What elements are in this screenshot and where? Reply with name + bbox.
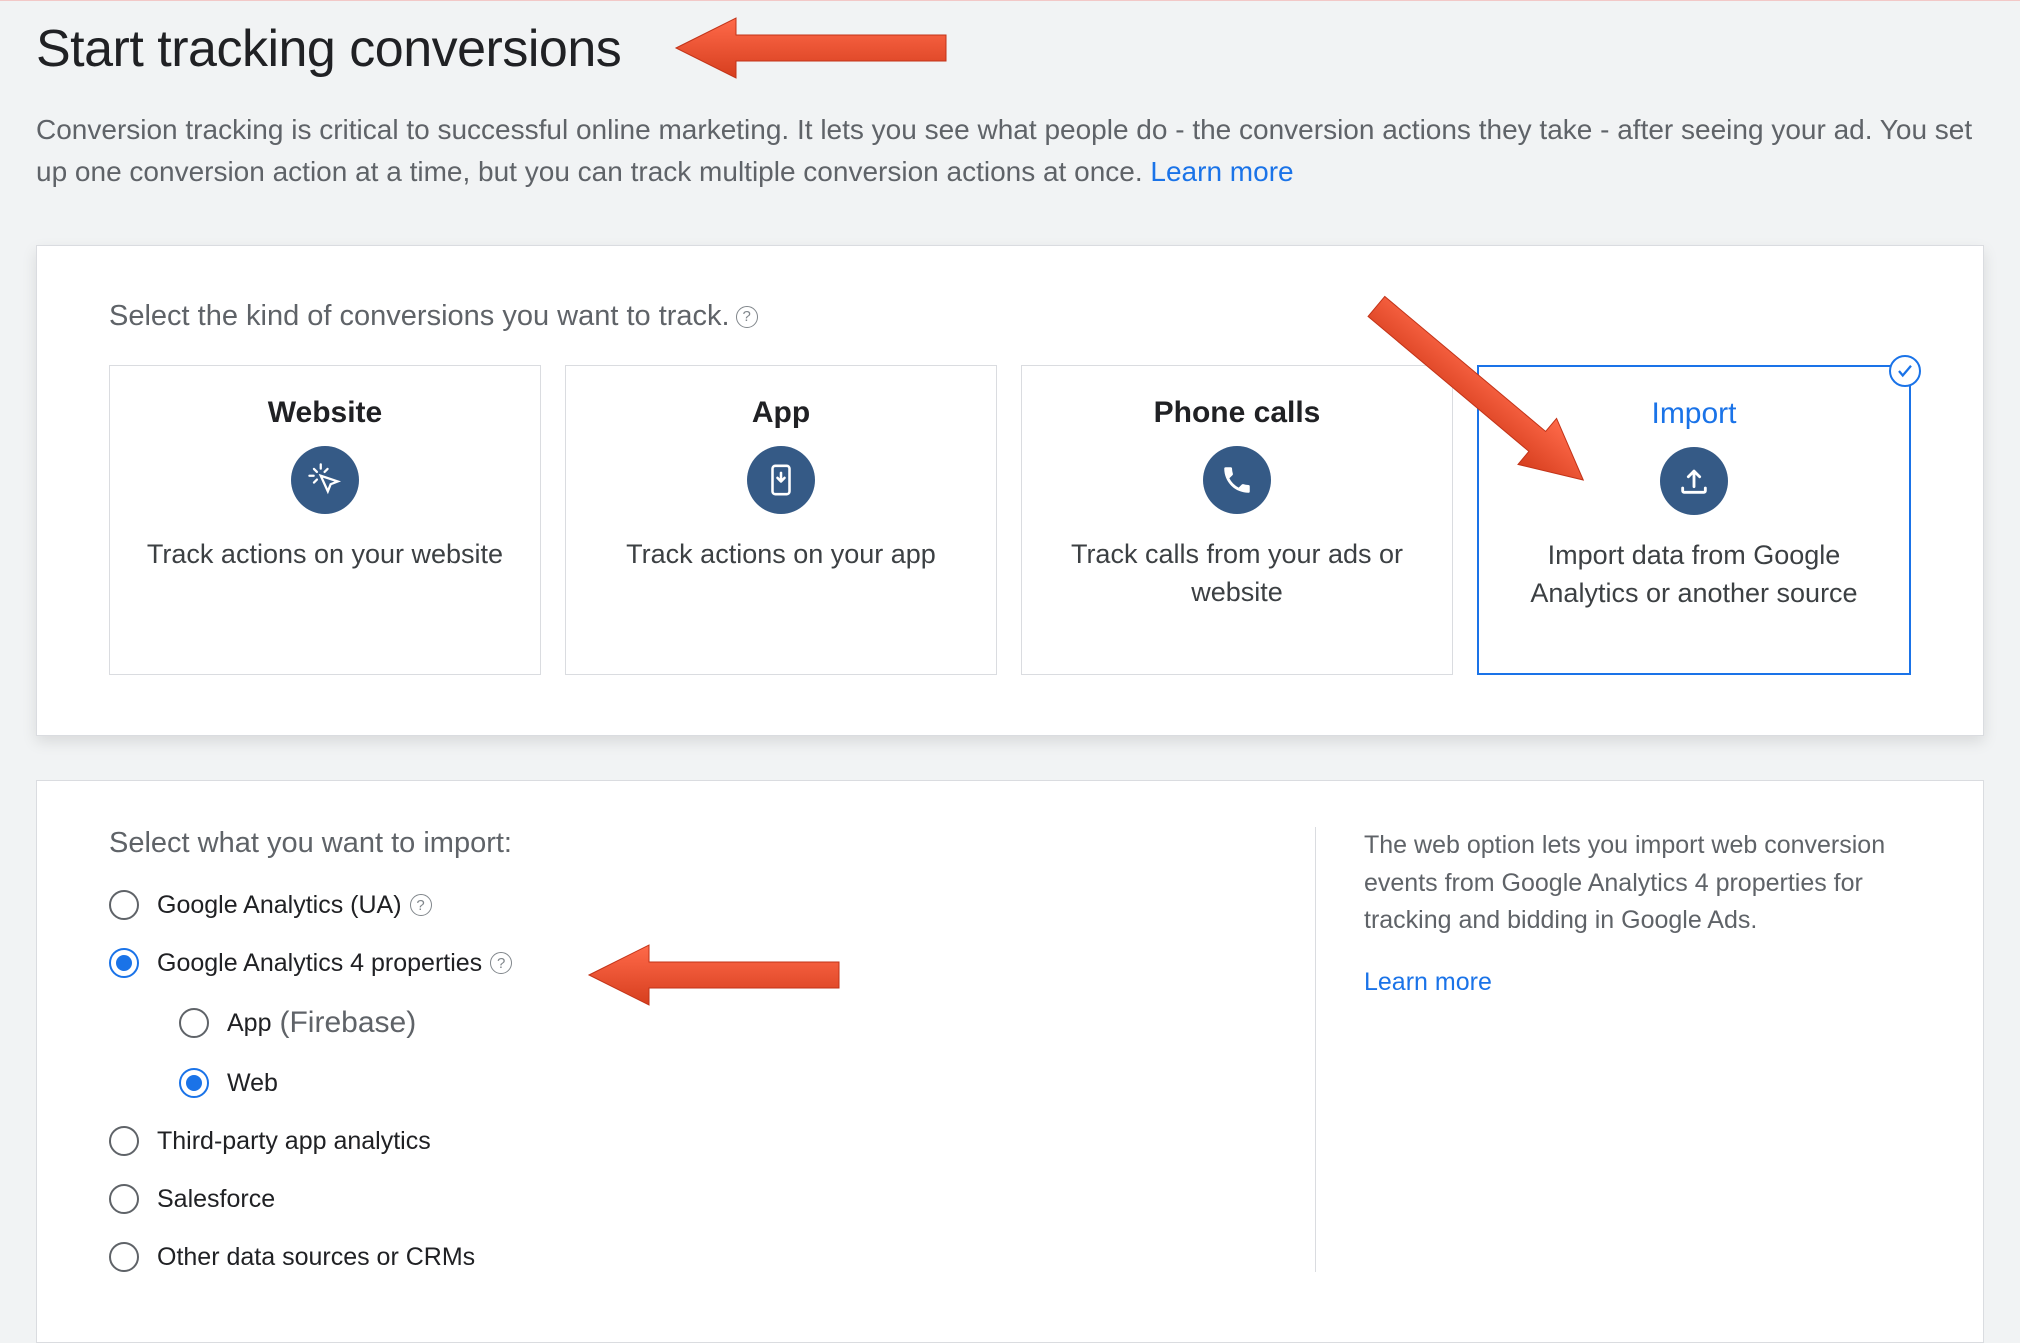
intro-learn-more-link[interactable]: Learn more [1150, 156, 1293, 187]
annotation-arrow-title [676, 13, 956, 83]
check-circle-icon [1889, 355, 1921, 387]
tile-phone-desc: Track calls from your ads or website [1050, 536, 1424, 612]
tile-import-title: Import [1651, 397, 1736, 431]
conversion-kind-card: Select the kind of conversions you want … [36, 245, 1984, 736]
tile-website-title: Website [268, 396, 382, 430]
select-kind-heading: Select the kind of conversions you want … [109, 300, 1911, 333]
info-learn-more-link[interactable]: Learn more [1364, 964, 1492, 1002]
select-kind-heading-text: Select the kind of conversions you want … [109, 300, 730, 333]
radio-ga4-app[interactable]: App (Firebase) [179, 1006, 1255, 1040]
radio-ga4-app-label: App [227, 1009, 271, 1038]
info-panel-text: The web option lets you import web conve… [1364, 827, 1935, 940]
tile-app[interactable]: App Track actions on your app [565, 365, 997, 675]
cursor-click-icon [291, 446, 359, 514]
radio-other-label: Other data sources or CRMs [157, 1243, 475, 1272]
radio-ga4-label: Google Analytics 4 properties [157, 949, 482, 978]
radio-salesforce[interactable]: Salesforce [109, 1184, 1255, 1214]
radio-icon [109, 890, 139, 920]
tile-website[interactable]: Website Track actions on your website [109, 365, 541, 675]
radio-icon [109, 1242, 139, 1272]
import-heading: Select what you want to import: [109, 827, 1255, 860]
annotation-arrow-ga4 [589, 940, 849, 1010]
help-icon[interactable]: ? [410, 894, 432, 916]
intro-text: Conversion tracking is critical to succe… [36, 109, 1984, 193]
radio-ga-ua[interactable]: Google Analytics (UA) ? [109, 890, 1255, 920]
radio-ga4-web-label: Web [227, 1069, 278, 1098]
tile-app-title: App [752, 396, 810, 430]
help-icon[interactable]: ? [736, 306, 758, 328]
tile-phone-calls[interactable]: Phone calls Track calls from your ads or… [1021, 365, 1453, 675]
radio-third-party[interactable]: Third-party app analytics [109, 1126, 1255, 1156]
info-panel: The web option lets you import web conve… [1315, 827, 1935, 1272]
intro-body: Conversion tracking is critical to succe… [36, 114, 1972, 187]
radio-salesforce-label: Salesforce [157, 1185, 275, 1214]
upload-icon [1660, 447, 1728, 515]
help-icon[interactable]: ? [490, 952, 512, 974]
tile-import[interactable]: Import Import data from Google Analytics… [1477, 365, 1911, 675]
radio-other-sources[interactable]: Other data sources or CRMs [109, 1242, 1255, 1272]
tile-phone-title: Phone calls [1154, 396, 1321, 430]
radio-ga-ua-label: Google Analytics (UA) [157, 891, 402, 920]
tile-import-desc: Import data from Google Analytics or ano… [1507, 537, 1881, 613]
page-title: Start tracking conversions [36, 19, 621, 79]
radio-icon [109, 1126, 139, 1156]
radio-checked-icon [109, 948, 139, 978]
tile-app-desc: Track actions on your app [626, 536, 936, 574]
radio-ga4[interactable]: Google Analytics 4 properties ? [109, 948, 1255, 978]
import-selection-card: Select what you want to import: Google A… [36, 780, 1984, 1343]
radio-third-party-label: Third-party app analytics [157, 1127, 431, 1156]
radio-icon [109, 1184, 139, 1214]
phone-download-icon [747, 446, 815, 514]
radio-ga4-app-suffix: (Firebase) [279, 1006, 416, 1040]
radio-ga4-web[interactable]: Web [179, 1068, 1255, 1098]
phone-icon [1203, 446, 1271, 514]
radio-icon [179, 1008, 209, 1038]
radio-checked-icon [179, 1068, 209, 1098]
tile-website-desc: Track actions on your website [147, 536, 503, 574]
